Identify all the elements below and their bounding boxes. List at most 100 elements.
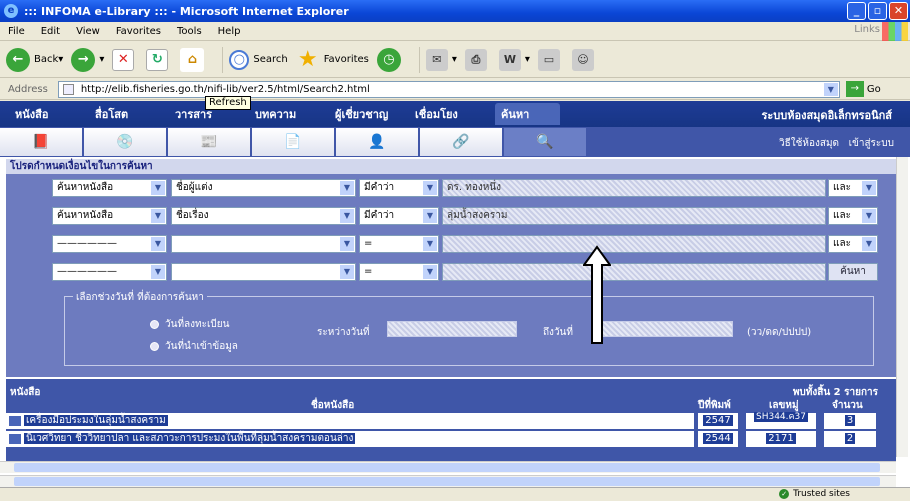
inner-horizontal-scrollbar[interactable]	[0, 461, 896, 473]
stop-button[interactable]: ✕	[112, 48, 138, 71]
go-button[interactable]: Go	[867, 84, 881, 95]
search-value-input[interactable]	[442, 263, 826, 281]
radio-entered-date[interactable]: วันที่นำเข้าข้อมูล	[150, 339, 238, 354]
search-operator-select[interactable]: = ▼	[359, 235, 439, 253]
result-qty-cell: 3	[824, 413, 876, 429]
folder-button[interactable]: ▭	[537, 48, 564, 71]
search-submit-button[interactable]: ค้นหา	[828, 263, 878, 281]
radio-icon	[150, 320, 159, 329]
date-range-group: เลือกช่วงวันที่ ที่ต้องการค้นหา วันที่ลง…	[64, 290, 874, 366]
forward-button[interactable]: → ▾	[71, 47, 104, 72]
search-row: ค้นหาหนังสือ ▼ ชื่อเรื่อง ▼ มีคำว่า ▼ ลุ่มน…	[6, 207, 896, 228]
messenger-button[interactable]: ☺	[571, 48, 598, 71]
tab-books[interactable]: หนังสือ	[15, 105, 80, 123]
radio-icon	[150, 342, 159, 351]
search-value-input[interactable]: ลุ่มน้ำสงคราม	[442, 207, 826, 225]
nav-tabs: หนังสือ สื่อโสต วารสาร บทความ ผู้เชี่ยวช…	[0, 101, 910, 127]
search-operator-select[interactable]: มีคำว่า ▼	[359, 179, 439, 197]
scroll-thumb[interactable]	[14, 463, 880, 472]
edit-button[interactable]: W ▾	[498, 48, 530, 71]
chevron-down-icon: ▼	[151, 209, 165, 223]
scroll-thumb[interactable]	[14, 477, 880, 486]
history-button[interactable]: ◷	[376, 47, 405, 72]
go-arrow-icon[interactable]: →	[845, 81, 864, 97]
close-button[interactable]: ✕	[889, 2, 908, 20]
tab-search[interactable]: ค้นหา	[495, 103, 560, 125]
search-button[interactable]: ○ Search	[229, 49, 288, 70]
search-logic-select[interactable]: และ ▼	[828, 179, 878, 197]
search-type-select[interactable]: ค้นหาหนังสือ ▼	[52, 207, 167, 225]
tab-av-media[interactable]: สื่อโสต	[95, 105, 160, 123]
result-title-cell[interactable]: เครื่องมือประมงในลุ่มน้ำสงคราม	[6, 413, 694, 429]
favorites-button[interactable]: ★ Favorites	[296, 47, 369, 72]
search-type-select[interactable]: —————— ▼	[52, 263, 167, 281]
address-dropdown-icon[interactable]: ▼	[823, 82, 838, 96]
search-operator-select[interactable]: = ▼	[359, 263, 439, 281]
link-icon[interactable]: 🔗	[420, 128, 502, 156]
search-field-select[interactable]: ชื่อเรื่อง ▼	[171, 207, 356, 225]
back-button[interactable]: ← Back ▾	[6, 47, 63, 72]
login-link[interactable]: เข้าสู่ระบบ	[849, 138, 894, 149]
chevron-down-icon: ▼	[423, 209, 437, 223]
address-input[interactable]: http://elib.fisheries.go.th/nifi-lib/ver…	[57, 80, 840, 98]
address-label: Address	[8, 83, 48, 95]
home-button[interactable]: ⌂	[180, 47, 208, 72]
search-type-select[interactable]: ค้นหาหนังสือ ▼	[52, 179, 167, 197]
minimize-button[interactable]: _	[847, 2, 866, 20]
refresh-icon: ↻	[146, 48, 169, 71]
status-bar: ✓ Trusted sites	[0, 487, 910, 501]
search-row: ค้นหาหนังสือ ▼ ชื่อผู้แต่ง ▼ มีคำว่า ▼ ดร. …	[6, 179, 896, 200]
refresh-button[interactable]: ↻	[146, 48, 172, 71]
menu-view[interactable]: View	[76, 26, 100, 37]
page-icon	[62, 83, 74, 95]
maximize-button[interactable]: ▫	[868, 2, 887, 20]
how-to-link[interactable]: วิธีใช้ห้องสมุด	[779, 138, 839, 149]
col-header-call-no: เลขหมู่	[769, 400, 799, 411]
menu-bar: File Edit View Favorites Tools Help Link…	[0, 22, 910, 41]
disc-icon[interactable]: 💿	[84, 128, 166, 156]
start-date-input[interactable]	[387, 321, 517, 337]
menu-favorites[interactable]: Favorites	[116, 26, 161, 37]
expert-icon[interactable]: 👤	[336, 128, 418, 156]
result-title-cell[interactable]: นิเวศวิทยา ชีววิทยาปลา และสภาวะการประมงใ…	[6, 431, 694, 447]
chevron-down-icon: ▼	[423, 237, 437, 251]
search-field-select[interactable]: ▼	[171, 263, 356, 281]
book-icon[interactable]: 📕	[0, 128, 82, 156]
table-row[interactable]: นิเวศวิทยา ชีววิทยาปลา และสภาวะการประมงใ…	[6, 431, 876, 447]
search-value-input[interactable]	[442, 235, 826, 253]
journal-icon[interactable]: 📰	[168, 128, 250, 156]
tab-articles[interactable]: บทความ	[255, 105, 320, 123]
radio-registered-date[interactable]: วันที่ลงทะเบียน	[150, 317, 229, 332]
search-person-icon[interactable]: 🔍	[504, 128, 586, 156]
messenger-icon: ☺	[571, 48, 594, 71]
tab-links[interactable]: เชื่อมโยง	[415, 105, 480, 123]
menu-tools[interactable]: Tools	[177, 26, 202, 37]
menu-file[interactable]: File	[8, 26, 25, 37]
mail-icon: ✉	[425, 48, 448, 71]
vertical-scrollbar[interactable]	[896, 157, 908, 457]
col-header-title: ชื่อหนังสือ	[311, 400, 355, 411]
article-icon[interactable]: 📄	[252, 128, 334, 156]
print-button[interactable]: ⎙	[464, 48, 491, 71]
search-value-input[interactable]: ดร. ทองหนึ่ง	[442, 179, 826, 197]
tab-experts[interactable]: ผู้เชี่ยวชาญ	[335, 105, 400, 123]
search-logic-select[interactable]: และ ▼	[828, 207, 878, 225]
search-field-select[interactable]: ▼	[171, 235, 356, 253]
search-icon: ○	[229, 49, 250, 70]
page-horizontal-scrollbar[interactable]	[0, 475, 896, 487]
print-icon: ⎙	[464, 48, 487, 71]
table-row[interactable]: เครื่องมือประมงในลุ่มน้ำสงคราม 2547 SH34…	[6, 412, 876, 429]
menu-help[interactable]: Help	[218, 26, 241, 37]
title-bar: e ::: INFOMA e-Library ::: - Microsoft I…	[0, 0, 910, 22]
search-operator-select[interactable]: มีคำว่า ▼	[359, 207, 439, 225]
edit-icon: W	[498, 48, 521, 71]
chevron-down-icon: ▼	[423, 181, 437, 195]
search-type-select[interactable]: —————— ▼	[52, 235, 167, 253]
search-logic-select[interactable]: และ ▼	[828, 235, 878, 253]
menu-edit[interactable]: Edit	[41, 26, 60, 37]
mail-button[interactable]: ✉ ▾	[425, 48, 457, 71]
end-date-input[interactable]	[593, 321, 733, 337]
search-panel: โปรดกำหนดเงื่อนไขในการค้นหา ค้นหาหนังสือ…	[6, 159, 896, 377]
links-toolbar[interactable]: Links	[854, 24, 880, 35]
search-field-select[interactable]: ชื่อผู้แต่ง ▼	[171, 179, 356, 197]
